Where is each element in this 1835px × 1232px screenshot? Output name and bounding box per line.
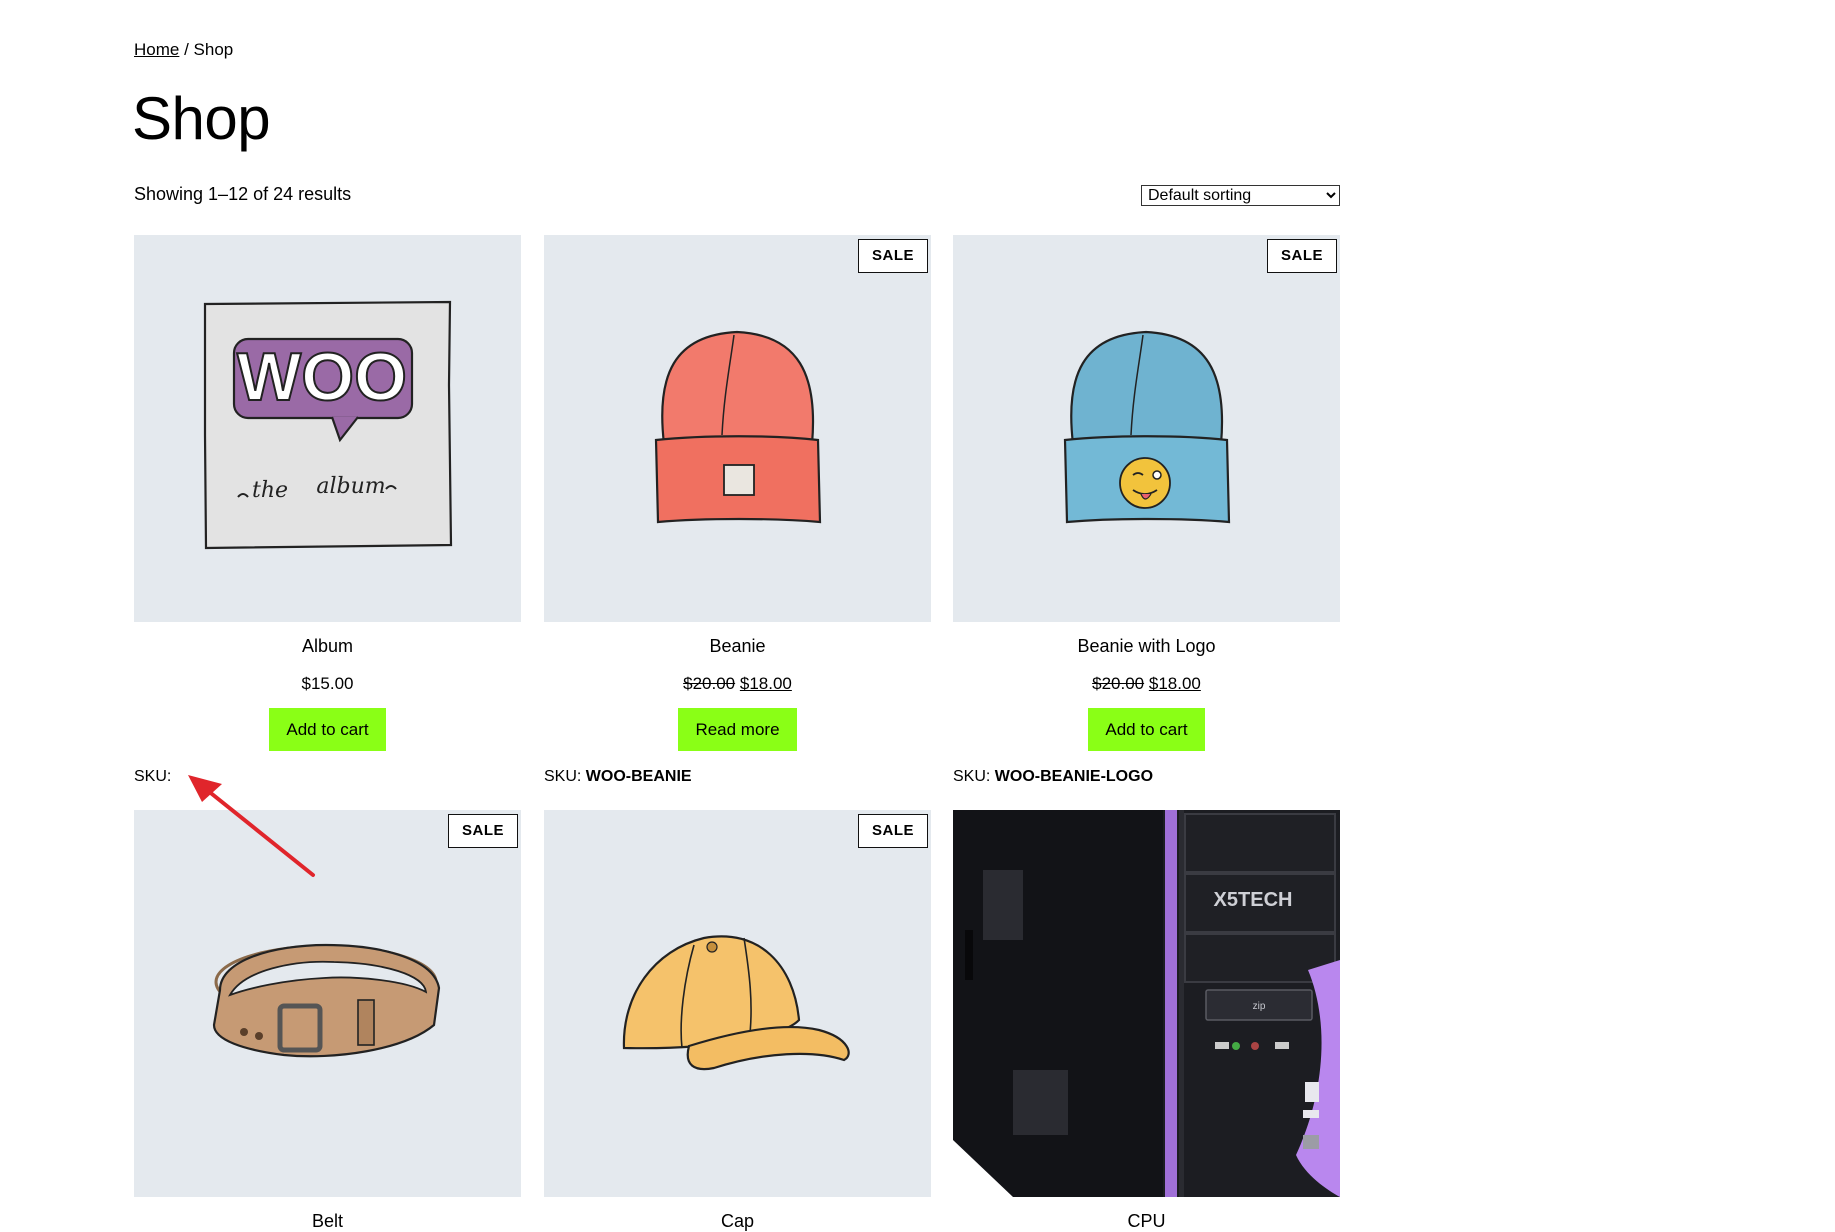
sale-price: $18.00 (1148, 674, 1201, 693)
product-image-cap[interactable]: SALE (544, 810, 931, 1197)
product-name[interactable]: Beanie (544, 636, 931, 657)
sku-label: SKU: (953, 768, 991, 785)
product-image-beanie[interactable]: SALE (544, 235, 931, 622)
sku-label: SKU: (134, 768, 172, 785)
product-card-beanie-with-logo: SALE Beanie with Logo $20.00 $18.00 Add … (953, 235, 1340, 786)
sale-badge: SALE (1266, 239, 1337, 273)
result-count: Showing 1–12 of 24 results (134, 184, 352, 204)
product-card-cap: SALE Cap (544, 810, 931, 1232)
product-name[interactable]: Cap (544, 1211, 931, 1232)
breadcrumb-home-link[interactable]: Home (134, 40, 179, 59)
product-sku: SKU: WOO-BEANIE (544, 768, 931, 786)
sale-badge: SALE (857, 239, 928, 273)
album-caption-right: album (316, 474, 385, 499)
product-name[interactable]: Belt (134, 1211, 521, 1232)
album-caption-left: the (252, 478, 288, 503)
sale-price: $18.00 (739, 674, 792, 693)
annotation-arrow-icon (188, 775, 315, 877)
regular-price: $20.00 (683, 674, 736, 693)
cpu-drive-label: zip (1253, 1001, 1266, 1012)
sku-value: WOO-BEANIE (585, 768, 692, 785)
product-card-beanie: SALE Beanie $20.00 $18.00 Read more SKU:… (544, 235, 931, 786)
cpu-brand-text: X5TECH (1214, 889, 1293, 911)
product-name[interactable]: CPU (953, 1211, 1340, 1232)
sorting-select[interactable]: Default sorting (1141, 185, 1340, 206)
product-name[interactable]: Album (134, 636, 521, 657)
sale-badge: SALE (447, 814, 518, 848)
product-name[interactable]: Beanie with Logo (953, 636, 1340, 657)
product-price: $20.00 $18.00 (953, 674, 1340, 694)
product-card-album: WOO the album Album $15.00 Add to cart S… (134, 235, 521, 786)
page-title: Shop (132, 85, 271, 152)
breadcrumb: Home / Shop (134, 40, 233, 60)
sku-value: WOO-BEANIE-LOGO (994, 768, 1154, 785)
sku-label: SKU: (544, 768, 582, 785)
product-image-beanie-with-logo[interactable]: SALE (953, 235, 1340, 622)
breadcrumb-separator: / (179, 40, 194, 59)
price-amount: $15.00 (301, 674, 354, 693)
cpu-art: X5TECH zip (953, 810, 1340, 1197)
sale-badge: SALE (857, 814, 928, 848)
album-logo-text: WOO (237, 339, 407, 415)
product-sku: SKU: WOO-BEANIE-LOGO (953, 768, 1340, 786)
add-to-cart-button[interactable]: Add to cart (1088, 708, 1205, 751)
read-more-button[interactable]: Read more (678, 708, 797, 751)
regular-price: $20.00 (1092, 674, 1145, 693)
product-image-cpu[interactable]: X5TECH zip (953, 810, 1340, 1197)
breadcrumb-current: Shop (193, 40, 234, 59)
product-price: $15.00 (134, 674, 521, 694)
product-price: $20.00 $18.00 (544, 674, 931, 694)
cap-art (622, 935, 850, 1071)
product-card-cpu: X5TECH zip CPU (953, 810, 1340, 1232)
add-to-cart-button[interactable]: Add to cart (269, 708, 386, 751)
album-art: WOO the album (203, 300, 453, 550)
product-image-album[interactable]: WOO the album (134, 235, 521, 622)
beanie-art (654, 330, 822, 524)
beanie-logo-art (1063, 330, 1231, 524)
